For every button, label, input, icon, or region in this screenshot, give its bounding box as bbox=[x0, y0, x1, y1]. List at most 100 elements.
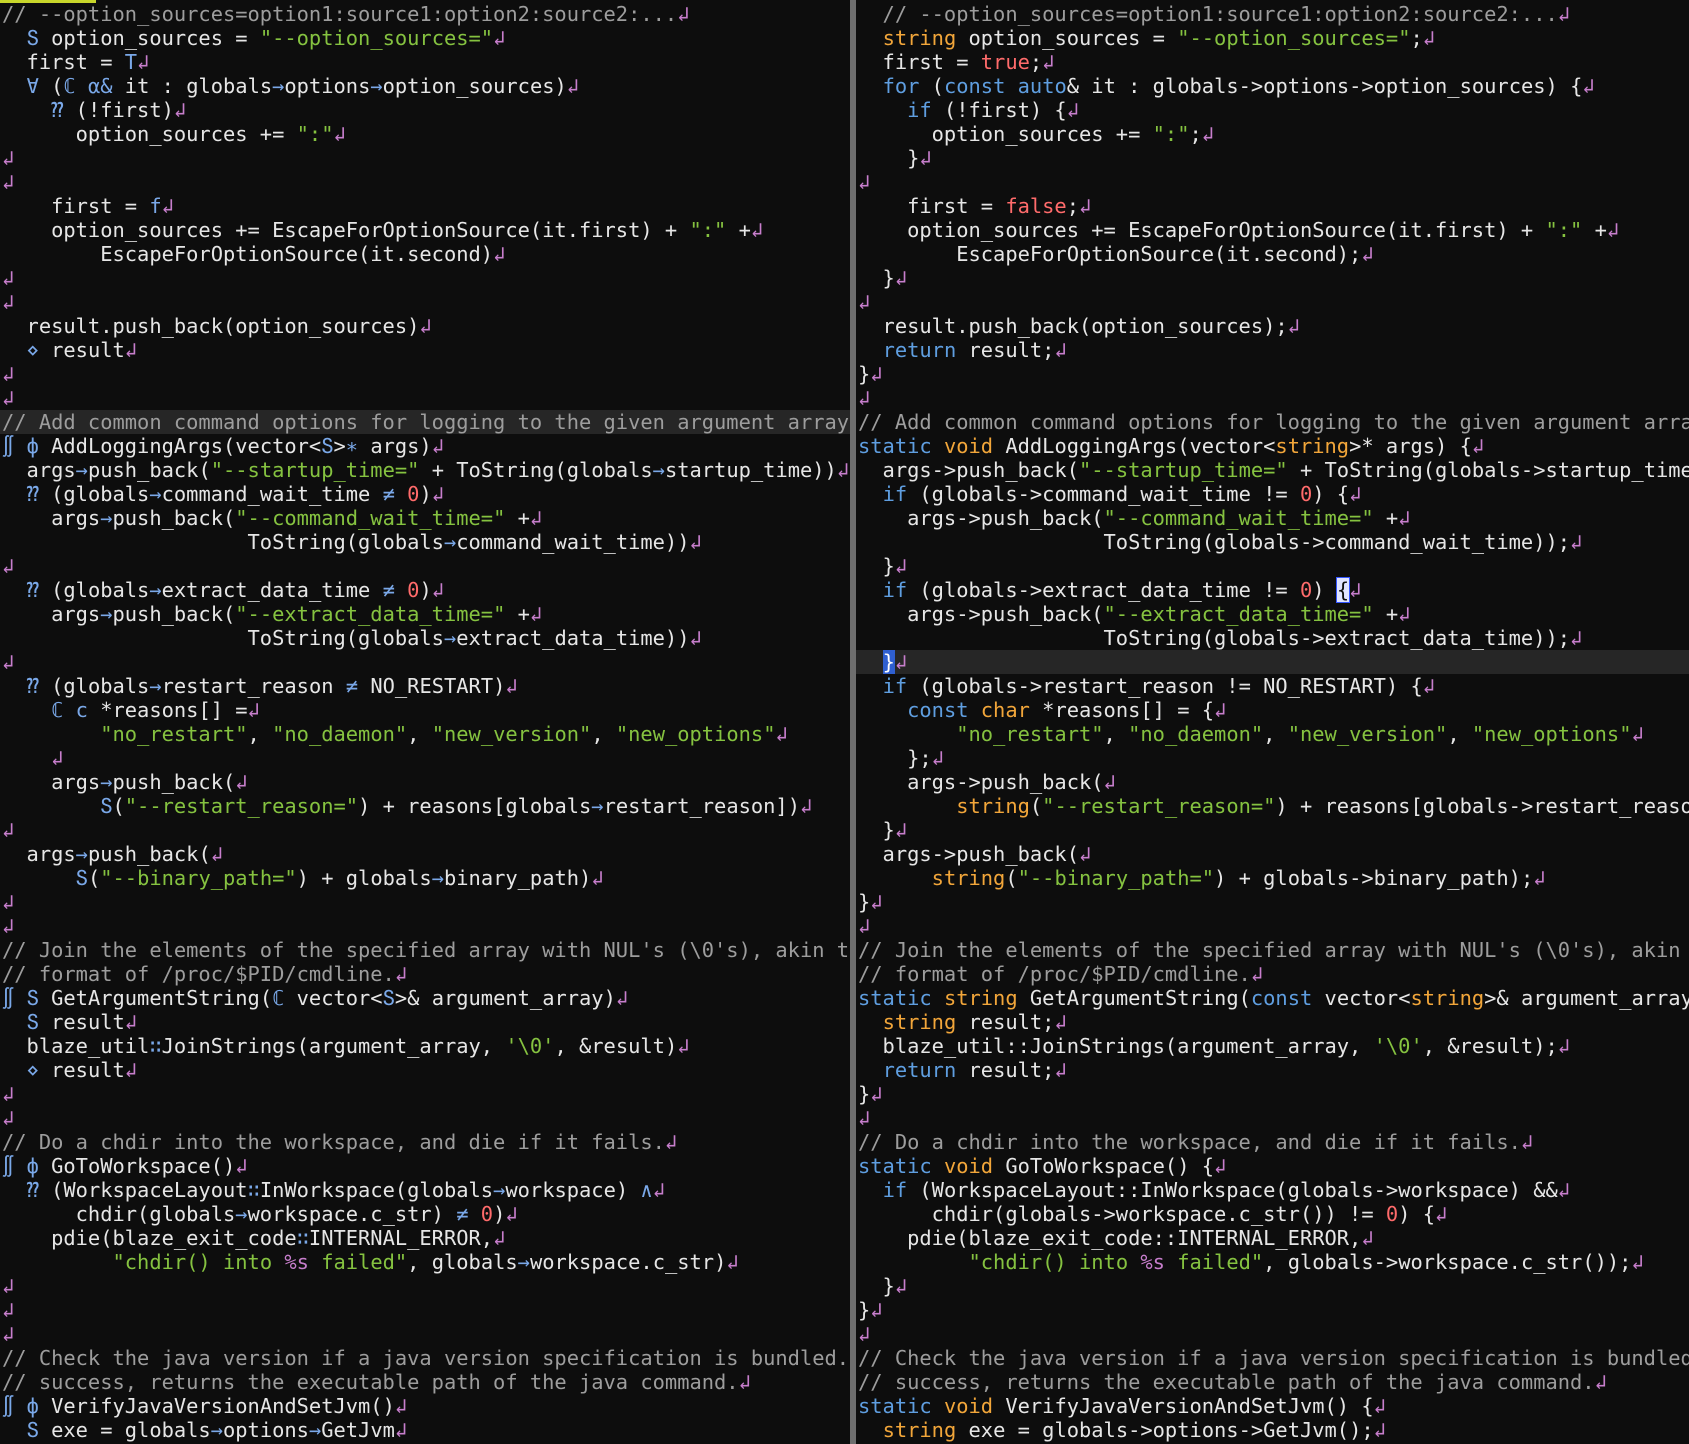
code-line[interactable]: }↲ bbox=[856, 1298, 1689, 1322]
code-line[interactable]: };↲ bbox=[856, 746, 1689, 770]
code-line[interactable]: // Add common command options for loggin… bbox=[0, 410, 850, 434]
code-line[interactable]: ↲ bbox=[0, 1106, 850, 1130]
code-line[interactable]: ↲ bbox=[0, 1322, 850, 1346]
code-line[interactable]: option_sources += ":"↲ bbox=[0, 122, 850, 146]
code-line[interactable]: // Join the elements of the specified ar… bbox=[0, 938, 850, 962]
code-line[interactable]: option_sources += EscapeForOptionSource(… bbox=[856, 218, 1689, 242]
code-line[interactable]: // format of /proc/$PID/cmdline.↲ bbox=[0, 962, 850, 986]
code-line[interactable]: }↲ bbox=[856, 146, 1689, 170]
code-line[interactable]: string("--restart_reason=") + reasons[gl… bbox=[856, 794, 1689, 818]
editor-pane-left[interactable]: // --option_sources=option1:source1:opti… bbox=[0, 0, 850, 1444]
code-lines-left[interactable]: // --option_sources=option1:source1:opti… bbox=[0, 2, 850, 1442]
code-line[interactable]: Տ("--binary_path=") + globals→binary_pat… bbox=[0, 866, 850, 890]
code-line[interactable]: ToString(globals->command_wait_time));↲ bbox=[856, 530, 1689, 554]
code-line[interactable]: first = false;↲ bbox=[856, 194, 1689, 218]
code-line[interactable]: // Do a chdir into the workspace, and di… bbox=[0, 1130, 850, 1154]
code-line[interactable]: ∬ ф AddLoggingArgs(vector<Տ>∗ args)↲ bbox=[0, 434, 850, 458]
code-line[interactable]: ↲ bbox=[0, 1274, 850, 1298]
code-line[interactable]: "no_restart", "no_daemon", "new_version"… bbox=[0, 722, 850, 746]
code-line[interactable]: ⁇ (globals→extract_data_time ≠ 0)↲ bbox=[0, 578, 850, 602]
code-line[interactable]: first = f↲ bbox=[0, 194, 850, 218]
code-line[interactable]: args->push_back("--command_wait_time=" +… bbox=[856, 506, 1689, 530]
code-line[interactable]: string result;↲ bbox=[856, 1010, 1689, 1034]
code-line[interactable]: first = T↲ bbox=[0, 50, 850, 74]
code-line[interactable]: args→push_back("--extract_data_time=" +↲ bbox=[0, 602, 850, 626]
code-line[interactable]: pdie(blaze_exit_code∷INTERNAL_ERROR,↲ bbox=[0, 1226, 850, 1250]
code-line[interactable]: ∬ ф GoToWorkspace()↲ bbox=[0, 1154, 850, 1178]
code-line[interactable]: result.push_back(option_sources);↲ bbox=[856, 314, 1689, 338]
code-line[interactable]: "chdir() into %s failed", globals→worksp… bbox=[0, 1250, 850, 1274]
code-line[interactable]: ⁇ (globals→restart_reason ≠ NO_RESTART)↲ bbox=[0, 674, 850, 698]
code-line[interactable]: ToString(globals→extract_data_time))↲ bbox=[0, 626, 850, 650]
code-lines-right[interactable]: // --option_sources=option1:source1:opti… bbox=[856, 2, 1689, 1442]
code-line[interactable]: ℂ c *reasons[] =↲ bbox=[0, 698, 850, 722]
code-line[interactable]: }↲ bbox=[856, 362, 1689, 386]
code-line[interactable]: EscapeForOptionSource(it.second);↲ bbox=[856, 242, 1689, 266]
code-line[interactable]: // Check the java version if a java vers… bbox=[0, 1346, 850, 1370]
code-line[interactable]: blaze_util::JoinStrings(argument_array, … bbox=[856, 1034, 1689, 1058]
code-line[interactable]: string("--binary_path=") + globals->bina… bbox=[856, 866, 1689, 890]
code-line[interactable]: blaze_util∷JoinStrings(argument_array, '… bbox=[0, 1034, 850, 1058]
code-line[interactable]: Տ exe = globals→options→GetJvm↲ bbox=[0, 1418, 850, 1442]
code-line[interactable]: if (!first) {↲ bbox=[856, 98, 1689, 122]
code-line[interactable]: ↲ bbox=[856, 170, 1689, 194]
code-line[interactable]: ↲ bbox=[0, 1082, 850, 1106]
code-line[interactable]: ⋄ result↲ bbox=[0, 338, 850, 362]
code-line[interactable]: }↲ bbox=[856, 554, 1689, 578]
code-line[interactable]: Տ("--restart_reason=") + reasons[globals… bbox=[0, 794, 850, 818]
code-line[interactable]: ∀ (ℂ α& it : globals→options→option_sour… bbox=[0, 74, 850, 98]
code-line[interactable]: ToString(globals->extract_data_time));↲ bbox=[856, 626, 1689, 650]
code-line[interactable]: for (const auto& it : globals->options->… bbox=[856, 74, 1689, 98]
code-line[interactable]: args→push_back(↲ bbox=[0, 770, 850, 794]
code-line[interactable]: ↲ bbox=[0, 170, 850, 194]
code-line[interactable]: static void GoToWorkspace() {↲ bbox=[856, 1154, 1689, 1178]
code-line[interactable]: }↲ bbox=[856, 650, 1689, 674]
code-line[interactable]: string exe = globals->options->GetJvm();… bbox=[856, 1418, 1689, 1442]
code-line[interactable]: ↲ bbox=[0, 386, 850, 410]
code-line[interactable]: ↲ bbox=[856, 1106, 1689, 1130]
code-line[interactable]: static void AddLoggingArgs(vector<string… bbox=[856, 434, 1689, 458]
code-line[interactable]: // Add common command options for loggin… bbox=[856, 410, 1689, 434]
code-line[interactable]: ⁇ (WorkspaceLayout∷InWorkspace(globals→w… bbox=[0, 1178, 850, 1202]
code-line[interactable]: ↲ bbox=[856, 914, 1689, 938]
code-line[interactable]: string option_sources = "--option_source… bbox=[856, 26, 1689, 50]
code-line[interactable]: pdie(blaze_exit_code::INTERNAL_ERROR,↲ bbox=[856, 1226, 1689, 1250]
code-line[interactable]: ⁇ (globals→command_wait_time ≠ 0)↲ bbox=[0, 482, 850, 506]
code-line[interactable]: option_sources += EscapeForOptionSource(… bbox=[0, 218, 850, 242]
code-line[interactable]: if (globals->extract_data_time != 0) {↲ bbox=[856, 577, 1689, 603]
code-line[interactable]: ↲ bbox=[0, 650, 850, 674]
code-line[interactable]: args->push_back(↲ bbox=[856, 842, 1689, 866]
code-line[interactable]: // Check the java version if a java vers… bbox=[856, 1346, 1689, 1370]
code-line[interactable]: ↲ bbox=[0, 914, 850, 938]
code-line[interactable]: ∬ ф VerifyJavaVersionAndSetJvm()↲ bbox=[0, 1394, 850, 1418]
code-line[interactable]: }↲ bbox=[856, 890, 1689, 914]
code-line[interactable]: }↲ bbox=[856, 266, 1689, 290]
code-line[interactable]: Տ result↲ bbox=[0, 1010, 850, 1034]
code-line[interactable]: }↲ bbox=[856, 1082, 1689, 1106]
code-line[interactable]: Տ option_sources = "--option_sources="↲ bbox=[0, 26, 850, 50]
code-line[interactable]: EscapeForOptionSource(it.second)↲ bbox=[0, 242, 850, 266]
code-line[interactable]: }↲ bbox=[856, 1274, 1689, 1298]
code-line[interactable]: ↲ bbox=[0, 290, 850, 314]
code-line[interactable]: ↲ bbox=[0, 1298, 850, 1322]
code-line[interactable]: first = true;↲ bbox=[856, 50, 1689, 74]
code-line[interactable]: ⁇ (!first)↲ bbox=[0, 98, 850, 122]
code-line[interactable]: args->push_back(↲ bbox=[856, 770, 1689, 794]
code-line[interactable]: ↲ bbox=[0, 266, 850, 290]
code-line[interactable]: ⋄ result↲ bbox=[0, 1058, 850, 1082]
code-line[interactable]: args→push_back("--startup_time=" + ToStr… bbox=[0, 458, 850, 482]
code-line[interactable]: static void VerifyJavaVersionAndSetJvm()… bbox=[856, 1394, 1689, 1418]
code-line[interactable]: // success, returns the executable path … bbox=[0, 1370, 850, 1394]
code-line[interactable]: // Do a chdir into the workspace, and di… bbox=[856, 1130, 1689, 1154]
code-line[interactable]: ↲ bbox=[856, 290, 1689, 314]
code-line[interactable]: return result;↲ bbox=[856, 1058, 1689, 1082]
code-line[interactable]: // --option_sources=option1:source1:opti… bbox=[856, 2, 1689, 26]
code-line[interactable]: ↲ bbox=[0, 362, 850, 386]
code-line[interactable]: ToString(globals→command_wait_time))↲ bbox=[0, 530, 850, 554]
code-line[interactable]: }↲ bbox=[856, 818, 1689, 842]
code-line[interactable]: args->push_back("--extract_data_time=" +… bbox=[856, 602, 1689, 626]
code-line[interactable]: chdir(globals→workspace.c_str) ≠ 0)↲ bbox=[0, 1202, 850, 1226]
code-line[interactable]: "no_restart", "no_daemon", "new_version"… bbox=[856, 722, 1689, 746]
code-line[interactable]: // success, returns the executable path … bbox=[856, 1370, 1689, 1394]
code-line[interactable]: return result;↲ bbox=[856, 338, 1689, 362]
